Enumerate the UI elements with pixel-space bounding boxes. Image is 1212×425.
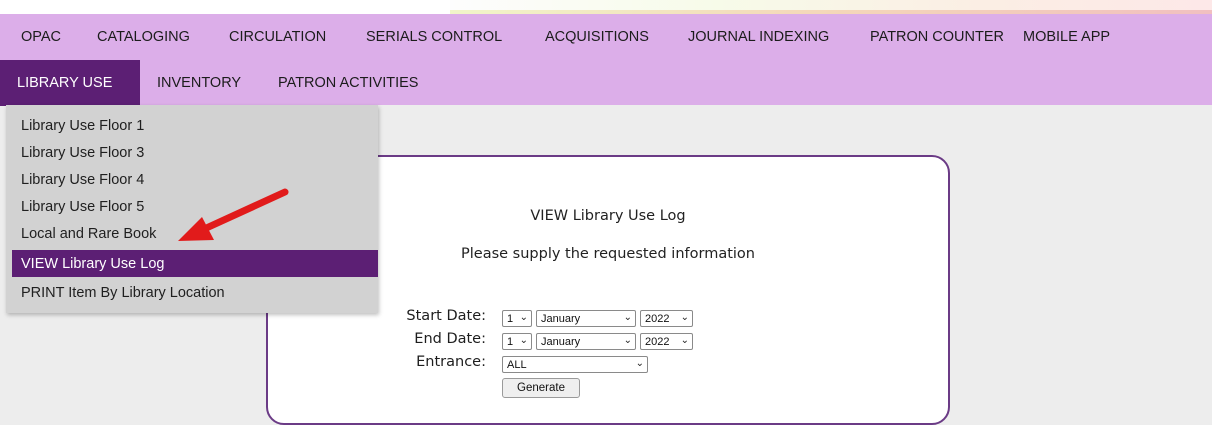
start-month-select[interactable]: January ⌄ <box>536 310 636 327</box>
menu-row-2: LIBRARY USE INVENTORY PATRON ACTIVITIES <box>0 60 442 106</box>
chevron-down-icon: ⌄ <box>623 335 632 346</box>
entrance-value: ALL <box>507 358 527 371</box>
chevron-down-icon: ⌄ <box>519 312 528 323</box>
generate-button[interactable]: Generate <box>502 378 580 398</box>
dropdown-item-floor-1[interactable]: Library Use Floor 1 <box>12 112 378 139</box>
dropdown-item-print-by-location[interactable]: PRINT Item By Library Location <box>12 279 378 306</box>
menu-opac[interactable]: OPAC <box>0 14 80 60</box>
chevron-down-icon: ⌄ <box>635 358 644 369</box>
menu-serials-control[interactable]: SERIALS CONTROL <box>349 14 528 60</box>
start-month-value: January <box>541 312 581 325</box>
chevron-down-icon: ⌄ <box>623 312 632 323</box>
menu-cataloging[interactable]: CATALOGING <box>80 14 212 60</box>
end-day-value: 1 <box>507 335 514 348</box>
menu-circulation[interactable]: CIRCULATION <box>212 14 349 60</box>
start-date-label: Start Date: <box>406 308 486 324</box>
browser-top-strip <box>0 0 1212 14</box>
dropdown-item-floor-3[interactable]: Library Use Floor 3 <box>12 139 378 166</box>
start-day-value: 1 <box>507 312 514 325</box>
chevron-down-icon: ⌄ <box>519 335 528 346</box>
menu-patron-counter[interactable]: PATRON COUNTER <box>853 14 1006 60</box>
entrance-select[interactable]: ALL ⌄ <box>502 356 648 373</box>
end-day-select[interactable]: 1 ⌄ <box>502 333 532 350</box>
end-year-select[interactable]: 2022 ⌄ <box>640 333 693 350</box>
menu-journal-indexing[interactable]: JOURNAL INDEXING <box>671 14 853 60</box>
end-month-value: January <box>541 335 581 348</box>
end-date-label: End Date: <box>414 331 486 347</box>
menu-mobile-app[interactable]: MOBILE APP <box>1006 14 1126 60</box>
chevron-down-icon: ⌄ <box>680 312 689 323</box>
dropdown-item-view-log[interactable]: VIEW Library Use Log <box>12 250 378 277</box>
red-arrow-icon <box>178 188 289 241</box>
start-year-select[interactable]: 2022 ⌄ <box>640 310 693 327</box>
chevron-down-icon: ⌄ <box>680 335 689 346</box>
start-day-select[interactable]: 1 ⌄ <box>502 310 532 327</box>
menu-acquisitions[interactable]: ACQUISITIONS <box>528 14 671 60</box>
end-year-value: 2022 <box>645 335 670 348</box>
end-month-select[interactable]: January ⌄ <box>536 333 636 350</box>
menu-library-use[interactable]: LIBRARY USE <box>0 60 140 106</box>
menu-row-1: OPAC CATALOGING CIRCULATION SERIALS CONT… <box>0 14 1126 60</box>
start-year-value: 2022 <box>645 312 670 325</box>
menu-patron-activities[interactable]: PATRON ACTIVITIES <box>262 60 442 106</box>
entrance-label: Entrance: <box>416 354 486 370</box>
menu-inventory[interactable]: INVENTORY <box>140 60 262 106</box>
